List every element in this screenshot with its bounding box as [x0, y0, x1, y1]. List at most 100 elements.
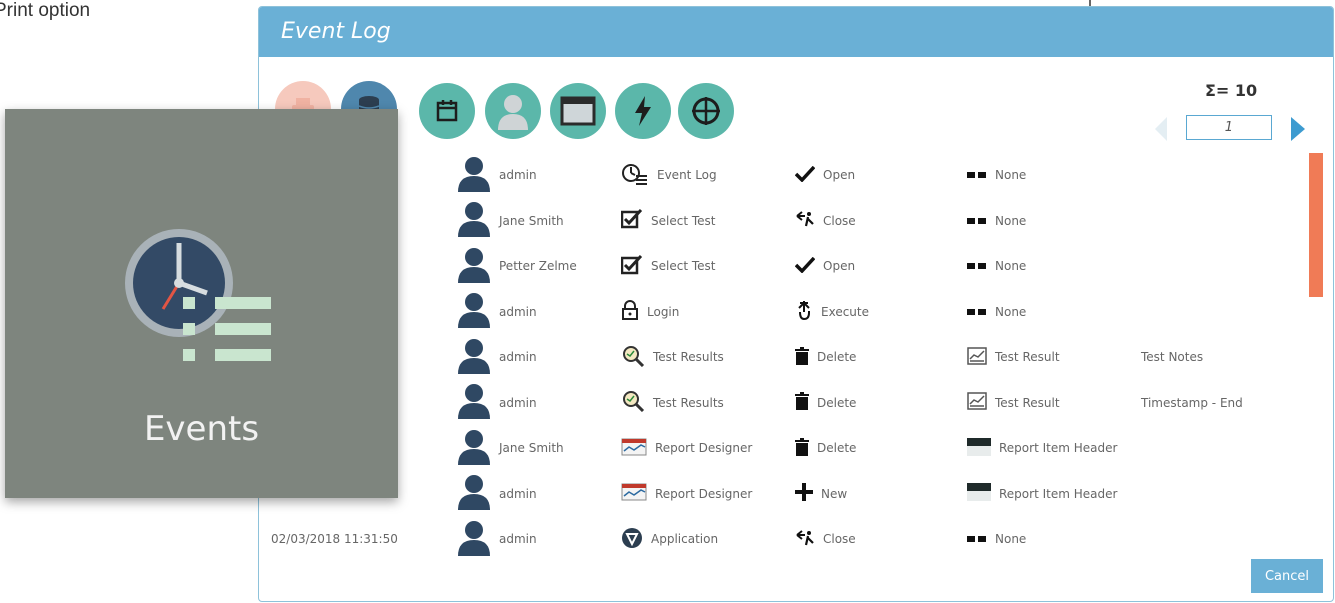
user-avatar-icon [457, 429, 499, 468]
app-icon [621, 527, 643, 552]
module-name: Test Results [653, 350, 724, 364]
table-row[interactable]: admin Test Results Delete Test Result Timest… [259, 383, 1299, 423]
user-avatar-icon [457, 201, 499, 240]
none-icon [967, 305, 987, 319]
module-name: Event Log [657, 168, 717, 182]
scrollbar-thumb[interactable] [1309, 153, 1323, 297]
next-page-button[interactable] [1291, 117, 1305, 141]
event-user: admin [457, 292, 537, 332]
user-name: admin [499, 168, 537, 182]
table-row[interactable]: Jane Smith Report Designer Delete Report It… [259, 428, 1299, 468]
event-module: Report Designer [621, 428, 752, 468]
table-row[interactable]: Petter Zelme Select Test Open None [259, 246, 1299, 286]
report-icon [621, 438, 647, 459]
event-user: admin [457, 155, 537, 195]
trash-icon [795, 346, 809, 368]
module-name: Test Results [653, 395, 724, 410]
event-user: Petter Zelme [457, 246, 577, 286]
record-count: Σ= 10 [1205, 81, 1258, 100]
magnifier-icon [621, 345, 645, 370]
event-module: Report Designer [621, 474, 752, 514]
user-name: Petter Zelme [499, 259, 577, 273]
event-action: Open [794, 246, 855, 286]
event-object: Test Result [967, 383, 1060, 423]
module-filter-button[interactable] [550, 83, 606, 139]
user-filter-button[interactable] [485, 83, 541, 139]
event-user: admin [457, 383, 537, 423]
event-user: Jane Smith [457, 201, 564, 241]
event-action: Open [794, 155, 856, 195]
event-action: Delete [795, 337, 856, 377]
table-row[interactable]: admin Login Execute None [259, 292, 1299, 332]
object-name: Report Item Header [999, 486, 1118, 501]
checkmark-icon [794, 165, 816, 185]
user-name: admin [499, 350, 537, 364]
user-avatar-icon [457, 338, 499, 377]
lock-icon [621, 300, 639, 323]
event-module: Test Results [621, 383, 724, 423]
page-number-input[interactable] [1186, 115, 1272, 140]
event-action: Delete [795, 428, 856, 468]
event-log-icon [621, 163, 649, 188]
event-detail: Timestamp - End [1141, 395, 1243, 410]
calendar-icon [436, 100, 458, 122]
object-name: None [995, 213, 1027, 228]
table-row[interactable]: admin Report Designer New Report Item Heade… [259, 474, 1299, 514]
table-row[interactable]: 02/03/2018 11:31:50 admin Application Close… [259, 519, 1299, 559]
action-name: New [821, 486, 848, 501]
event-action: Close [795, 201, 856, 241]
checkbox-icon [620, 254, 643, 278]
object-name: None [995, 168, 1027, 182]
event-user: admin [457, 519, 537, 559]
event-object: None [967, 519, 1026, 559]
print-option-label: Print option [0, 0, 91, 21]
module-name: Login [647, 304, 680, 319]
user-name: admin [499, 304, 537, 319]
none-icon [967, 259, 987, 273]
lightning-icon [635, 96, 651, 126]
object-name: Test Result [995, 395, 1060, 410]
close-action-icon [795, 211, 815, 230]
event-module: Select Test [620, 246, 715, 286]
user-name: Jane Smith [499, 441, 564, 455]
event-user: Jane Smith [457, 428, 564, 468]
action-name: Close [823, 532, 856, 546]
user-name: Jane Smith [499, 213, 564, 228]
header-icon [967, 483, 991, 504]
trash-icon [795, 392, 809, 413]
header-icon [967, 437, 991, 459]
event-object: Report Item Header [967, 428, 1117, 468]
event-object: None [967, 246, 1026, 286]
user-name: admin [499, 486, 537, 501]
event-date: 02/03/2018 11:31:50 [271, 532, 398, 546]
chart-icon [967, 392, 987, 413]
object-name: None [995, 259, 1027, 273]
action-name: Delete [817, 395, 857, 410]
event-action: Execute [795, 292, 869, 332]
event-log-dialog: Event Log Σ= 10 admin Event Log Open None Ja… [258, 6, 1334, 602]
table-row[interactable]: admin Test Results Delete Test Result Test N… [259, 337, 1299, 377]
dialog-title: Event Log [259, 7, 1333, 57]
object-name: None [995, 532, 1027, 546]
table-row[interactable]: Jane Smith Select Test Close None [259, 201, 1299, 241]
event-object: Test Result [967, 337, 1060, 377]
checkbox-icon [620, 208, 643, 232]
event-action: New [795, 474, 847, 514]
user-avatar-icon [457, 383, 499, 422]
module-name: Report Designer [655, 441, 753, 455]
magnifier-icon [621, 390, 645, 415]
event-object: None [967, 201, 1026, 241]
events-clock-icon [123, 227, 283, 382]
action-filter-button[interactable] [615, 83, 671, 139]
action-name: Close [823, 213, 856, 228]
target-filter-button[interactable] [678, 83, 734, 139]
close-action-icon [795, 529, 815, 549]
table-row[interactable]: admin Event Log Open None [259, 155, 1299, 195]
trash-icon [795, 437, 809, 459]
date-filter-button[interactable] [419, 83, 475, 139]
cancel-button[interactable]: Cancel [1251, 559, 1323, 593]
user-name: admin [499, 395, 537, 410]
previous-page-button[interactable] [1155, 117, 1167, 141]
user-avatar-icon [457, 520, 499, 559]
action-name: Open [823, 168, 856, 182]
